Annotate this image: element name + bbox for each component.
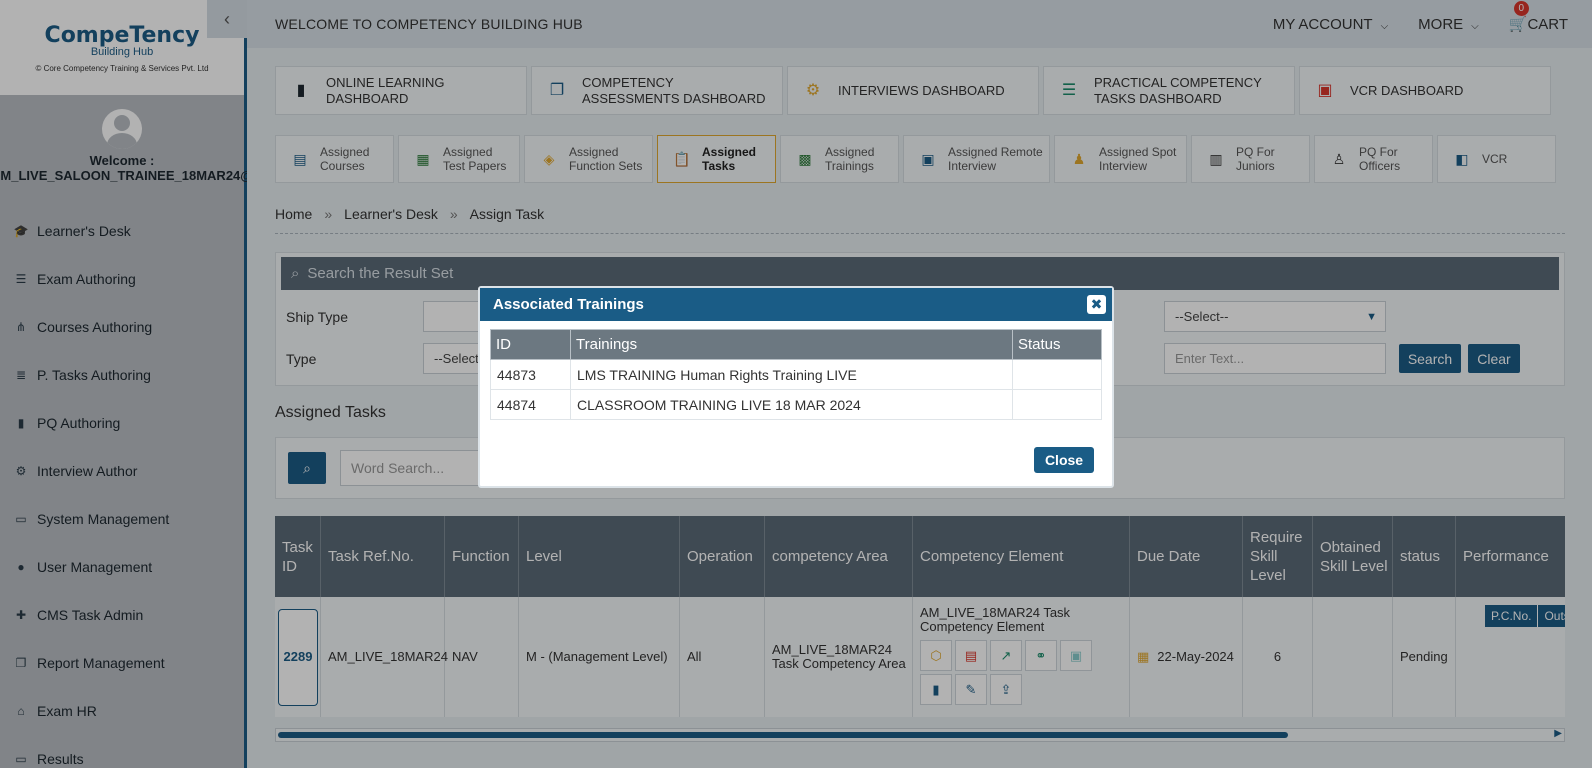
training-name: CLASSROOM TRAINING LIVE 18 MAR 2024 <box>570 389 1013 420</box>
table-row: 44874 CLASSROOM TRAINING LIVE 18 MAR 202… <box>490 389 1102 420</box>
training-status <box>1012 359 1102 390</box>
table-row: 44873 LMS TRAINING Human Rights Training… <box>490 359 1102 390</box>
col-trainings: Trainings <box>570 329 1013 360</box>
dialog-header: Associated Trainings ✖ <box>480 288 1112 321</box>
training-id: 44873 <box>490 359 571 390</box>
training-name: LMS TRAINING Human Rights Training LIVE <box>570 359 1013 390</box>
trainings-table: ID Trainings Status 44873 LMS TRAINING H… <box>490 329 1102 420</box>
training-status <box>1012 389 1102 420</box>
col-id: ID <box>490 329 571 360</box>
col-status: Status <box>1012 329 1102 360</box>
associated-trainings-dialog: Associated Trainings ✖ ID Trainings Stat… <box>478 286 1114 488</box>
close-button[interactable]: Close <box>1034 447 1094 473</box>
table-header-row: ID Trainings Status <box>490 329 1102 360</box>
dialog-title: Associated Trainings <box>493 296 644 313</box>
close-icon[interactable]: ✖ <box>1087 295 1106 314</box>
training-id: 44874 <box>490 389 571 420</box>
